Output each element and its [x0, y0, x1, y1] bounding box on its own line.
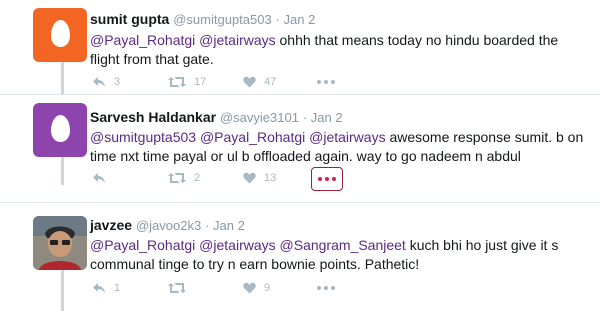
retweet-count: 17 [194, 76, 207, 88]
avatar[interactable] [33, 8, 87, 62]
like-count: 13 [264, 172, 277, 184]
more-icon [317, 80, 335, 84]
more-button[interactable] [311, 167, 343, 191]
retweet-count: 2 [194, 172, 201, 184]
mention-link[interactable]: @Payal_Rohatgi [200, 129, 305, 145]
retweet-button[interactable]: 17 [168, 72, 206, 92]
user-name[interactable]: Sarvesh Haldankar [90, 109, 216, 125]
mention-link[interactable]: @jetairways [199, 32, 275, 48]
heart-icon [243, 282, 256, 294]
more-button[interactable] [311, 71, 341, 93]
reply-icon [93, 283, 105, 293]
more-button[interactable] [311, 277, 341, 299]
reply-count: 3 [114, 76, 121, 88]
reply-button[interactable] [92, 168, 114, 188]
retweet-icon [168, 77, 186, 87]
divider [0, 94, 600, 95]
reply-icon [93, 173, 105, 183]
retweet-icon [168, 173, 186, 183]
like-button[interactable]: 47 [243, 72, 276, 92]
tweet-date[interactable]: · Jan 2 [303, 110, 343, 125]
user-handle[interactable]: @javoo2k3 [136, 218, 201, 233]
heart-icon [243, 76, 256, 88]
tweet[interactable]: sumit gupta @sumitgupta503 · Jan 2 @Paya… [0, 4, 600, 94]
tweet-text: @Payal_Rohatgi @jetairways @Sangram_Sanj… [90, 236, 590, 274]
user-handle[interactable]: @sumitgupta503 [173, 12, 271, 27]
tweet[interactable]: Sarvesh Haldankar @savyie3101 · Jan 2 @s… [0, 97, 600, 197]
tweet[interactable]: javzee @javoo2k3 · Jan 2 @Payal_Rohatgi … [0, 206, 600, 311]
like-count: 47 [264, 76, 277, 88]
mention-link[interactable]: @jetairways [309, 129, 385, 145]
mention-link[interactable]: @Payal_Rohatgi [90, 237, 195, 253]
tweet-date[interactable]: · Jan 2 [205, 218, 245, 233]
mention-link[interactable]: @sumitgupta503 [90, 129, 196, 145]
user-handle[interactable]: @savyie3101 [220, 110, 299, 125]
tweet-text: @Payal_Rohatgi @jetairways ohhh that mea… [90, 31, 590, 69]
avatar[interactable] [33, 216, 87, 270]
like-button[interactable]: 9 [243, 278, 270, 298]
user-photo [33, 216, 87, 270]
like-button[interactable]: 13 [243, 168, 276, 188]
like-count: 9 [264, 282, 271, 294]
retweet-button[interactable]: 2 [168, 168, 200, 188]
tweet-text: @sumitgupta503 @Payal_Rohatgi @jetairway… [90, 128, 590, 166]
mention-link[interactable]: @jetairways [199, 237, 275, 253]
reply-button[interactable]: 3 [92, 72, 120, 92]
retweet-icon [168, 283, 186, 293]
egg-icon [51, 20, 70, 47]
more-icon [318, 177, 336, 181]
reply-icon [93, 77, 105, 87]
tweet-date[interactable]: · Jan 2 [276, 12, 316, 27]
user-name[interactable]: javzee [90, 217, 132, 233]
avatar[interactable] [33, 103, 87, 157]
reply-count: 1 [114, 282, 121, 294]
more-icon [317, 286, 335, 290]
mention-link[interactable]: @Payal_Rohatgi [90, 32, 195, 48]
mention-link[interactable]: @Sangram_Sanjeet [280, 237, 406, 253]
retweet-button[interactable] [168, 278, 194, 298]
reply-button[interactable]: 1 [92, 278, 120, 298]
egg-icon [51, 115, 70, 142]
heart-icon [243, 172, 256, 184]
user-name[interactable]: sumit gupta [90, 11, 169, 27]
divider [0, 202, 600, 203]
